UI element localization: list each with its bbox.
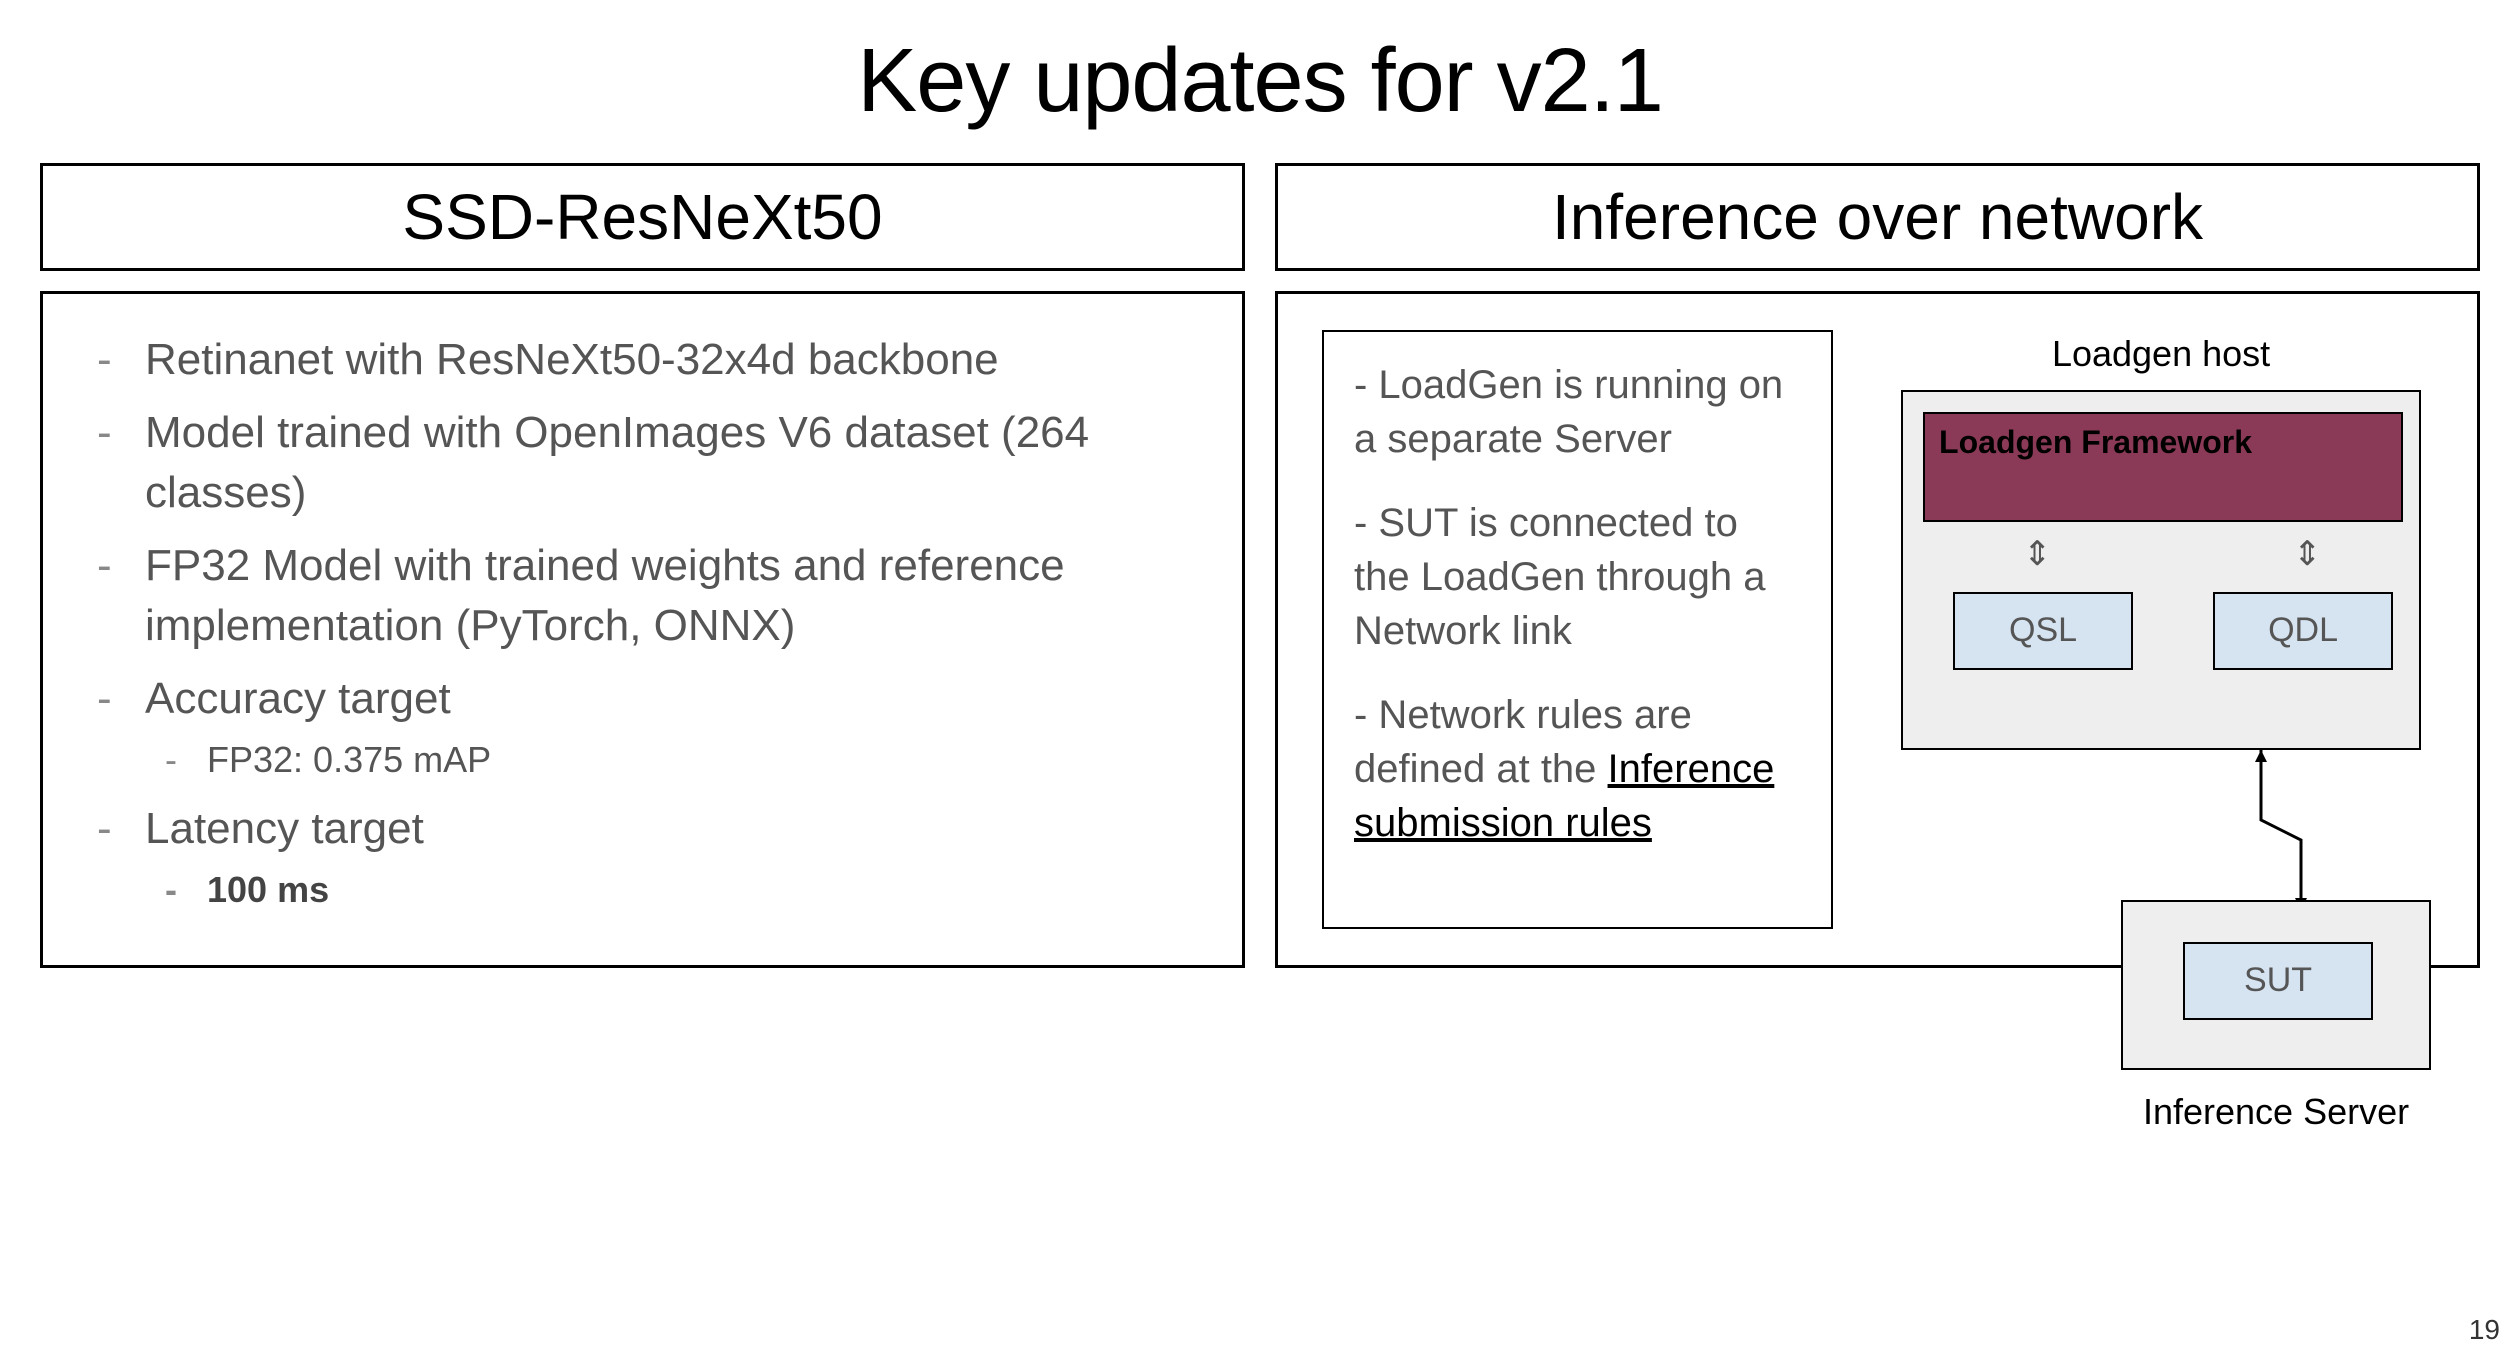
right-content: - LoadGen is running on a separate Serve… bbox=[1275, 291, 2480, 968]
left-header: SSD-ResNeXt50 bbox=[40, 163, 1245, 271]
list-item: Latency target 100 ms bbox=[87, 799, 1198, 915]
connector-arrow-icon bbox=[2221, 750, 2341, 910]
net-para2: - SUT is connected to the LoadGen throug… bbox=[1354, 496, 1801, 658]
accuracy-sublist: FP32: 0.375 mAP bbox=[145, 736, 1198, 785]
left-list: Retinanet with ResNeXt50-32x4d backbone … bbox=[87, 330, 1198, 915]
qsl-box: QSL bbox=[1953, 592, 2133, 670]
loadgen-host-label: Loadgen host bbox=[2011, 330, 2311, 379]
loadgen-host-box: Loadgen Framework ⇕ ⇕ QSL QDL bbox=[1901, 390, 2421, 750]
right-header: Inference over network bbox=[1275, 163, 2480, 271]
qdl-box: QDL bbox=[2213, 592, 2393, 670]
inference-server-label: Inference Server bbox=[2141, 1090, 2411, 1133]
left-content: Retinanet with ResNeXt50-32x4d backbone … bbox=[40, 291, 1245, 968]
right-inner: - LoadGen is running on a separate Serve… bbox=[1322, 330, 2433, 929]
loadgen-framework-box: Loadgen Framework bbox=[1923, 412, 2403, 522]
accuracy-value: FP32: 0.375 mAP bbox=[145, 736, 1198, 785]
latency-sublist: 100 ms bbox=[145, 866, 1198, 915]
diagram: Loadgen host Loadgen Framework ⇕ ⇕ QSL Q… bbox=[1861, 330, 2433, 929]
left-column: SSD-ResNeXt50 Retinanet with ResNeXt50-3… bbox=[40, 163, 1245, 968]
latency-label: Latency target bbox=[145, 804, 424, 853]
list-item: Accuracy target FP32: 0.375 mAP bbox=[87, 669, 1198, 785]
latency-value: 100 ms bbox=[145, 866, 1198, 915]
list-item: Retinanet with ResNeXt50-32x4d backbone bbox=[87, 330, 1198, 389]
columns: SSD-ResNeXt50 Retinanet with ResNeXt50-3… bbox=[40, 163, 2480, 968]
page-number: 19 bbox=[2469, 1314, 2500, 1346]
net-para3: - Network rules are defined at the Infer… bbox=[1354, 688, 1801, 850]
net-para1: - LoadGen is running on a separate Serve… bbox=[1354, 358, 1801, 466]
accuracy-label: Accuracy target bbox=[145, 674, 451, 723]
inference-server-box: SUT bbox=[2121, 900, 2431, 1070]
slide: Key updates for v2.1 SSD-ResNeXt50 Retin… bbox=[0, 0, 2520, 1356]
list-item: Model trained with OpenImages V6 dataset… bbox=[87, 403, 1198, 522]
bidir-arrow-icon: ⇕ bbox=[2023, 532, 2052, 578]
right-column: Inference over network - LoadGen is runn… bbox=[1275, 163, 2480, 968]
list-item: FP32 Model with trained weights and refe… bbox=[87, 536, 1198, 655]
slide-title: Key updates for v2.1 bbox=[40, 30, 2480, 133]
bidir-arrow-icon: ⇕ bbox=[2293, 532, 2322, 578]
network-text-box: - LoadGen is running on a separate Serve… bbox=[1322, 330, 1833, 929]
sut-box: SUT bbox=[2183, 942, 2373, 1020]
